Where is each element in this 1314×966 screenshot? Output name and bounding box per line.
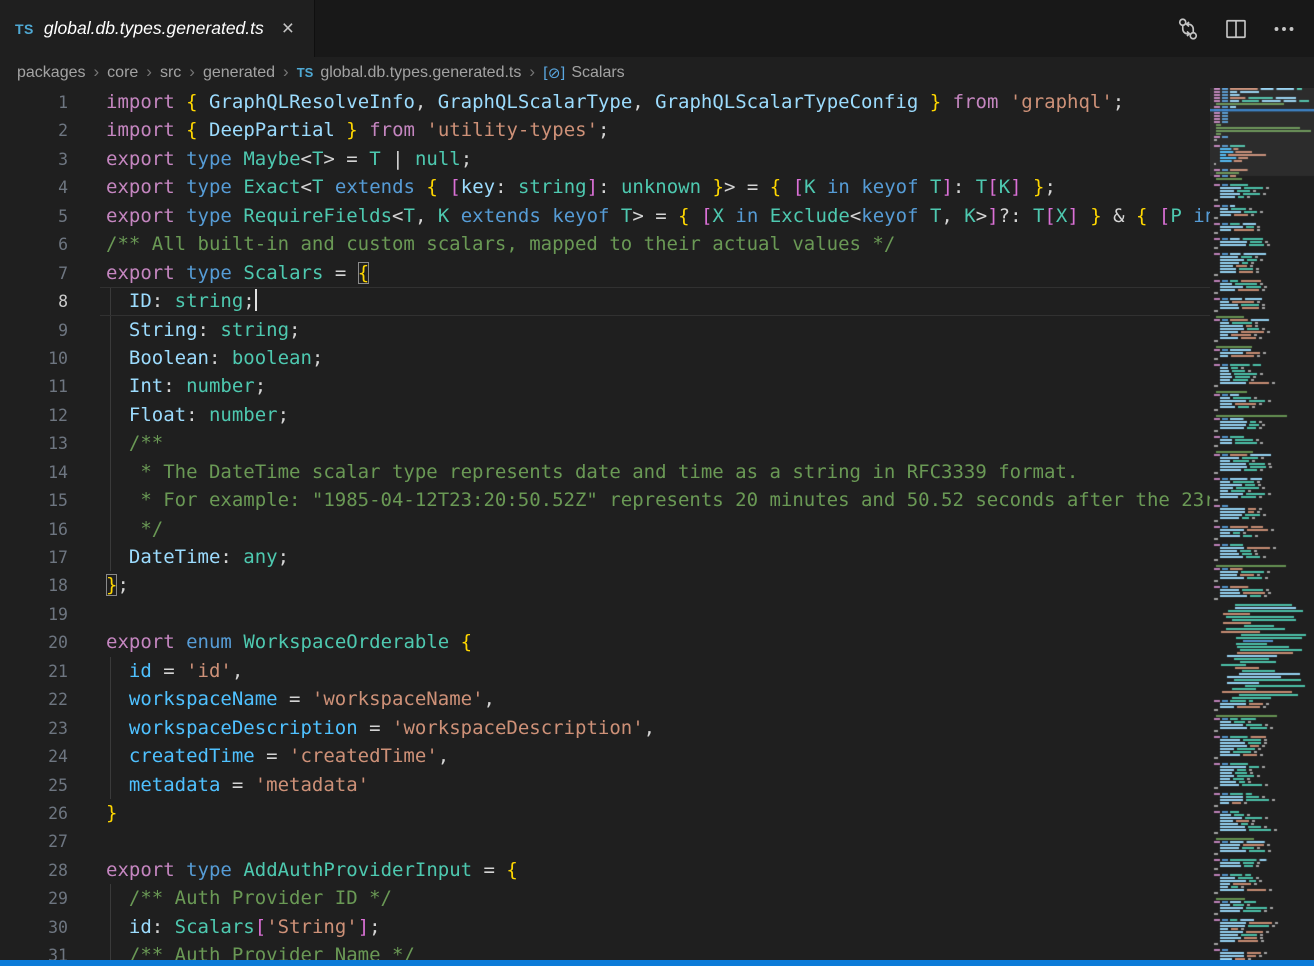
breadcrumb-separator: › (529, 62, 535, 82)
close-icon[interactable]: × (278, 16, 298, 41)
code-line[interactable]: 18}; (0, 571, 1210, 599)
line-number: 26 (0, 800, 68, 828)
code-line[interactable]: 22 workspaceName = 'workspaceName', (0, 685, 1210, 713)
editor-actions (1174, 0, 1314, 57)
more-actions-icon[interactable] (1270, 15, 1298, 43)
code-line[interactable]: 17 DateTime: any; (0, 543, 1210, 571)
code-line[interactable]: 12 Float: number; (0, 401, 1210, 429)
line-number: 13 (0, 430, 68, 458)
line-number: 25 (0, 772, 68, 800)
breadcrumb-separator: › (189, 62, 195, 82)
line-number: 8 (0, 288, 68, 316)
line-number: 11 (0, 373, 68, 401)
line-number: 20 (0, 629, 68, 657)
line-number: 18 (0, 572, 68, 600)
line-number: 28 (0, 857, 68, 885)
line-number: 3 (0, 146, 68, 174)
code-line[interactable]: 30 id: Scalars['String']; (0, 913, 1210, 941)
line-number: 16 (0, 516, 68, 544)
line-number: 27 (0, 828, 68, 856)
line-number: 12 (0, 402, 68, 430)
code-line[interactable]: 24 createdTime = 'createdTime', (0, 742, 1210, 770)
line-number: 9 (0, 317, 68, 345)
line-number: 5 (0, 203, 68, 231)
line-number: 17 (0, 544, 68, 572)
line-number: 31 (0, 942, 68, 960)
code-line[interactable]: 3export type Maybe<T> = T | null; (0, 145, 1210, 173)
code-line[interactable]: 27 (0, 827, 1210, 855)
breadcrumb-separator: › (94, 62, 100, 82)
code-line[interactable]: 4export type Exact<T extends { [key: str… (0, 173, 1210, 201)
line-number: 2 (0, 117, 68, 145)
code-line[interactable]: 7export type Scalars = { (0, 259, 1210, 287)
tab-title: global.db.types.generated.ts (44, 18, 264, 39)
line-number: 1 (0, 89, 68, 117)
breadcrumb-file[interactable]: global.db.types.generated.ts (320, 64, 521, 82)
line-number: 23 (0, 715, 68, 743)
vscode-window: TS global.db.types.generated.ts × (0, 0, 1314, 966)
breadcrumb-item[interactable]: src (160, 64, 181, 82)
line-number: 19 (0, 601, 68, 629)
code-line[interactable]: 5export type RequireFields<T, K extends … (0, 202, 1210, 230)
code-line[interactable]: 11 Int: number; (0, 372, 1210, 400)
breadcrumb-separator: › (146, 62, 152, 82)
breadcrumb-symbol[interactable]: Scalars (571, 64, 624, 82)
typescript-file-icon: TS (297, 65, 314, 80)
line-number: 10 (0, 345, 68, 373)
breadcrumb: packages › core › src › generated › TS global.db.… (0, 57, 1314, 88)
split-editor-icon[interactable] (1222, 15, 1250, 43)
status-bar (0, 960, 1314, 966)
tab-bar: TS global.db.types.generated.ts × (0, 0, 1314, 57)
code-line[interactable]: 14 * The DateTime scalar type represents… (0, 458, 1210, 486)
code-line[interactable]: 1import { GraphQLResolveInfo, GraphQLSca… (0, 88, 1210, 116)
breadcrumb-separator: › (283, 62, 289, 82)
breadcrumb-item[interactable]: generated (203, 64, 275, 82)
code-line[interactable]: 16 */ (0, 515, 1210, 543)
line-number: 15 (0, 487, 68, 515)
line-number: 21 (0, 658, 68, 686)
code-line[interactable]: 10 Boolean: boolean; (0, 344, 1210, 372)
code-area[interactable]: 1import { GraphQLResolveInfo, GraphQLSca… (0, 88, 1210, 960)
line-number: 24 (0, 743, 68, 771)
line-number: 6 (0, 231, 68, 259)
code-line[interactable]: 25 metadata = 'metadata' (0, 771, 1210, 799)
symbol-type-icon: [⊘] (543, 64, 564, 82)
editor-tab[interactable]: TS global.db.types.generated.ts × (0, 0, 315, 57)
code-line[interactable]: 9 String: string; (0, 316, 1210, 344)
code-line[interactable]: 20export enum WorkspaceOrderable { (0, 628, 1210, 656)
code-line[interactable]: 2import { DeepPartial } from 'utility-ty… (0, 116, 1210, 144)
code-line[interactable]: 31 /** Auth Provider Name */ (0, 941, 1210, 960)
code-line[interactable]: 23 workspaceDescription = 'workspaceDesc… (0, 714, 1210, 742)
code-line[interactable]: 28export type AddAuthProviderInput = { (0, 856, 1210, 884)
open-changes-icon[interactable] (1174, 15, 1202, 43)
line-number: 4 (0, 174, 68, 202)
minimap-canvas[interactable] (1210, 88, 1314, 960)
line-number: 7 (0, 260, 68, 288)
code-line[interactable]: 26} (0, 799, 1210, 827)
code-line[interactable]: 21 id = 'id', (0, 657, 1210, 685)
line-number: 30 (0, 914, 68, 942)
code-line[interactable]: 29 /** Auth Provider ID */ (0, 884, 1210, 912)
code-line[interactable]: 8 ID: string; (0, 287, 1210, 315)
text-cursor (255, 289, 257, 311)
breadcrumb-item[interactable]: core (107, 64, 138, 82)
editor[interactable]: 1import { GraphQLResolveInfo, GraphQLSca… (0, 88, 1314, 960)
code-line[interactable]: 19 (0, 600, 1210, 628)
code-line[interactable]: 15 * For example: "1985-04-12T23:20:50.5… (0, 486, 1210, 514)
line-number: 29 (0, 885, 68, 913)
minimap[interactable] (1210, 88, 1314, 960)
line-number: 22 (0, 686, 68, 714)
code-line[interactable]: 6/** All built-in and custom scalars, ma… (0, 230, 1210, 258)
typescript-file-icon: TS (15, 21, 34, 37)
code-line[interactable]: 13 /** (0, 429, 1210, 457)
breadcrumb-item[interactable]: packages (17, 64, 86, 82)
line-number: 14 (0, 459, 68, 487)
